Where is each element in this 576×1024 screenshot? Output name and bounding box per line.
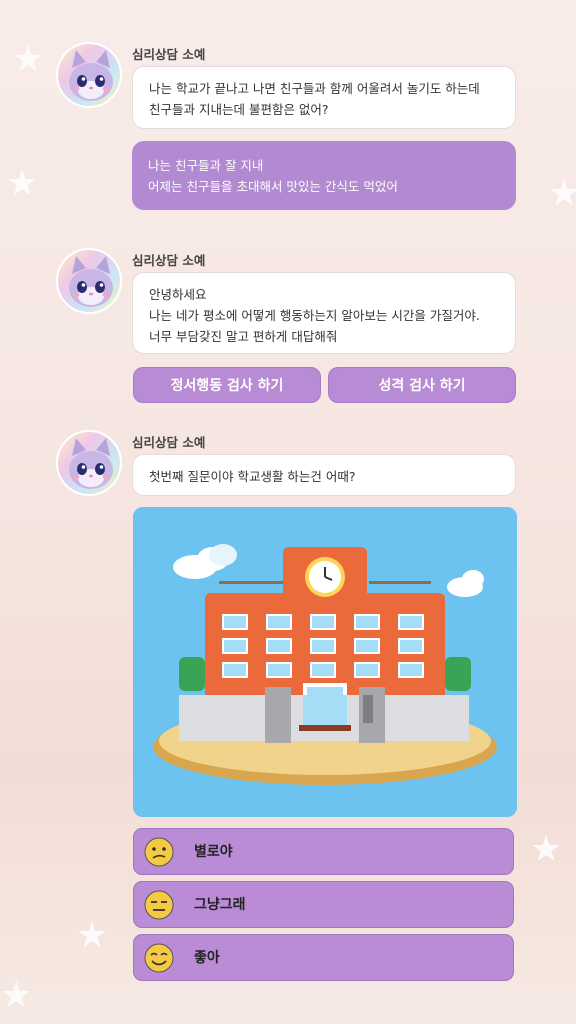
personality-test-button[interactable]: 성격 검사 하기 [328,367,516,403]
answer-option-bad[interactable]: 별로야 [133,828,514,875]
counselor-message: 나는 학교가 끝나고 나면 친구들과 함께 어울려서 놀기도 하는데 친구들과 … [132,66,516,129]
school-illustration [133,507,517,817]
user-reply: 나는 친구들과 잘 지내 어제는 친구들을 초대해서 맛있는 간식도 먹었어 [132,141,516,210]
counselor-message: 안녕하세요 나는 네가 평소에 어떻게 행동하는지 알아보는 시간을 가질거야.… [132,272,516,354]
answer-option-neutral[interactable]: 그냥그래 [133,881,514,928]
cat-counselor-avatar-icon [69,438,113,489]
smiling-face-icon [144,943,174,973]
avatar [56,248,122,314]
message-line: 나는 네가 평소에 어떻게 행동하는지 알아보는 시간을 가질거야. [149,308,480,323]
message-line: 첫번째 질문이야 학교생활 하는건 어때? [149,469,356,484]
answer-option-good[interactable]: 좋아 [133,934,514,981]
answer-label: 별로야 [194,844,233,860]
message-line: 안녕하세요 [149,287,207,302]
star-decoration: ★ [76,915,109,956]
star-decoration: ★ [548,173,576,214]
avatar [56,430,122,496]
star-decoration: ★ [6,163,39,204]
emotional-behavior-test-button[interactable]: 정서행동 검사 하기 [133,367,321,403]
star-decoration: ★ [12,39,45,80]
answer-label: 그냥그래 [194,897,246,913]
sender-name: 심리상담 소예 [132,47,206,62]
message-line: 너무 부담갖진 말고 편하게 대답해줘 [149,329,338,344]
avatar [56,42,122,108]
confused-face-icon [144,837,174,867]
star-decoration: ★ [0,975,33,1016]
answer-label: 좋아 [194,950,220,966]
message-line: 나는 학교가 끝나고 나면 친구들과 함께 어울려서 놀기도 하는데 [149,81,480,96]
neutral-face-icon [144,890,174,920]
reply-line: 나는 친구들과 잘 지내 [148,158,264,173]
star-decoration: ★ [530,829,563,870]
reply-line: 어제는 친구들을 초대해서 맛있는 간식도 먹었어 [148,179,398,194]
cat-counselor-avatar-icon [69,256,113,307]
message-line: 친구들과 지내는데 불편함은 없어? [149,102,329,117]
school-building-illustration-icon [133,507,517,817]
cat-counselor-avatar-icon [69,50,113,101]
sender-name: 심리상담 소예 [132,435,206,450]
sender-name: 심리상담 소예 [132,253,206,268]
counselor-message: 첫번째 질문이야 학교생활 하는건 어때? [132,454,516,496]
